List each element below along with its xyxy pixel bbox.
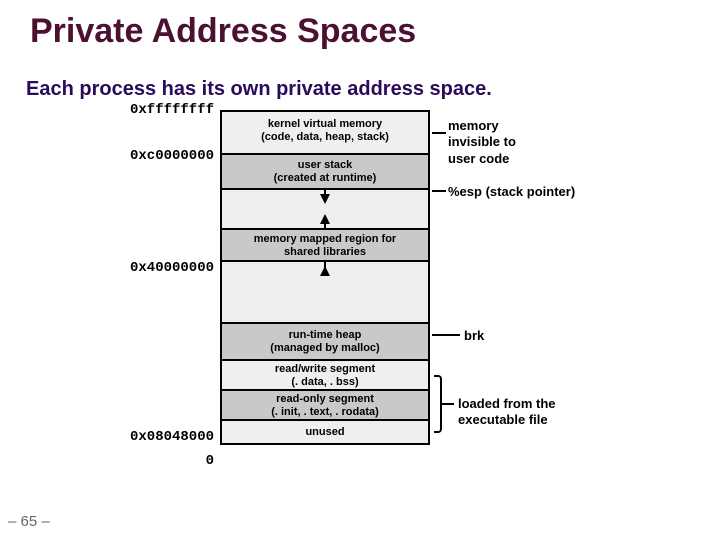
seg-kernel-l1: kernel virtual memory [268, 118, 382, 130]
brace-tick [442, 403, 454, 405]
seg-ro-l2: (. init, . text, . rodata) [271, 406, 379, 418]
stack-growth-arrow [320, 194, 330, 204]
note-invisible-l1: memory [448, 118, 499, 133]
heap-mmap-arrow [320, 266, 330, 276]
seg-read-only: read-only segment (. init, . text, . rod… [222, 389, 428, 419]
seg-kernel: kernel virtual memory (code, data, heap,… [222, 112, 428, 153]
seg-gap-1 [222, 188, 428, 228]
note-esp: %esp (stack pointer) [448, 184, 575, 200]
addr-top: 0xffffffff [94, 102, 214, 118]
mmap-growth-arrow [320, 214, 330, 224]
addr-text-base: 0x08048000 [94, 429, 214, 445]
seg-mmap-l2: shared libraries [284, 246, 366, 258]
line-esp [432, 190, 446, 192]
seg-gap-2 [222, 260, 428, 322]
line-brk [432, 334, 460, 336]
note-invisible-l2: invisible to [448, 134, 516, 149]
addr-zero: 0 [94, 453, 214, 469]
note-invisible: memory invisible to user code [448, 118, 516, 167]
note-invisible-l3: user code [448, 151, 509, 166]
note-loaded-l1: loaded from the [458, 396, 556, 411]
seg-read-write: read/write segment (. data, . bss) [222, 359, 428, 389]
seg-ustack-l1: user stack [298, 159, 352, 171]
seg-heap-l2: (managed by malloc) [270, 342, 379, 354]
note-loaded: loaded from the executable file [458, 396, 556, 429]
seg-unused: unused [222, 419, 428, 443]
seg-user-stack: user stack (created at runtime) [222, 153, 428, 188]
addr-mmap-base: 0x40000000 [94, 260, 214, 276]
seg-heap-l1: run-time heap [289, 329, 362, 341]
seg-kernel-l2: (code, data, heap, stack) [261, 131, 389, 143]
seg-mmap-l1: memory mapped region for [254, 233, 396, 245]
seg-ro-l1: read-only segment [276, 393, 374, 405]
seg-unused-label: unused [305, 426, 344, 438]
note-loaded-l2: executable file [458, 412, 548, 427]
page-subtitle: Each process has its own private address… [26, 78, 492, 101]
seg-heap: run-time heap (managed by malloc) [222, 322, 428, 359]
note-brk: brk [464, 328, 484, 344]
page-title: Private Address Spaces [30, 12, 416, 51]
seg-mmap: memory mapped region for shared librarie… [222, 228, 428, 260]
slide-number: – 65 – [8, 513, 50, 530]
seg-ustack-l2: (created at runtime) [274, 172, 377, 184]
brace-executable [434, 375, 442, 433]
address-space-diagram: kernel virtual memory (code, data, heap,… [220, 110, 430, 445]
line-kernel-note [432, 132, 446, 134]
seg-rw-l2: (. data, . bss) [291, 376, 358, 388]
addr-kernel-base: 0xc0000000 [94, 148, 214, 164]
seg-rw-l1: read/write segment [275, 363, 375, 375]
